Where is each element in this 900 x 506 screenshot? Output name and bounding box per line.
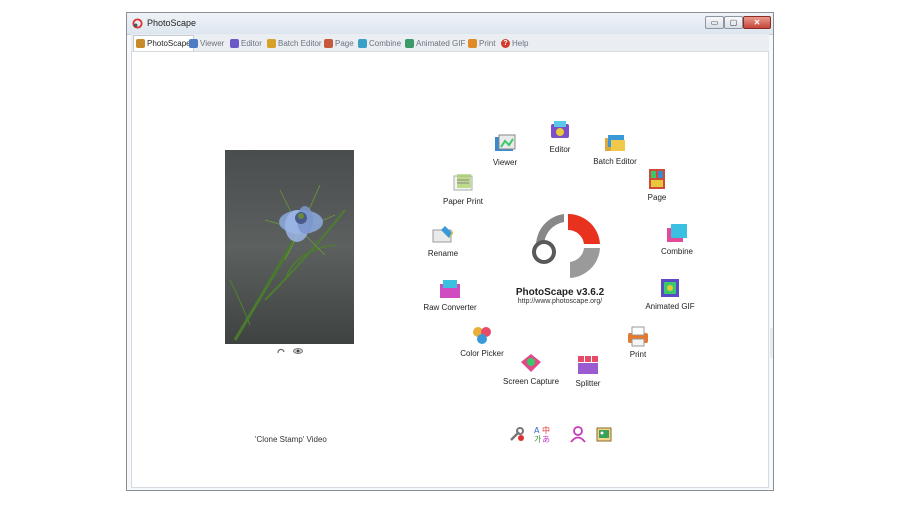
svg-text:中: 中 [542,425,550,435]
minimize-button[interactable]: ▭ [705,16,724,29]
splitter-icon [576,354,600,376]
tab-label: PhotoScape [147,39,191,48]
title-bar[interactable]: PhotoScape ▭ ▢ ✕ [127,13,773,35]
rename-icon [431,224,455,246]
ring-item-label: Combine [660,247,693,256]
ring-item-raw-converter[interactable]: Raw Converter [410,278,490,312]
ring-item-label: Page [647,193,667,202]
ring-item-paper-print[interactable]: Paper Print [423,172,503,206]
svg-text:あ: あ [542,435,550,443]
print-tab-icon [468,38,477,48]
ring-item-rename[interactable]: Rename [403,224,483,258]
raw-converter-icon [438,278,462,300]
ring-item-animated-gif[interactable]: Animated GIF [630,277,710,311]
tab-label: Editor [241,38,262,48]
photoscape-app-icon [132,18,143,29]
editor-tab-icon [230,38,239,48]
color-picker-icon [470,324,494,346]
app-brand: PhotoScape v3.6.2 [515,287,605,298]
rotate-icon[interactable] [276,347,286,355]
language-icon[interactable]: A 中 가 あ [533,425,551,443]
tab-label: Animated GIF [416,38,466,48]
tab-label: Viewer [200,38,225,48]
ring-item-label: Color Picker [460,349,504,358]
combine-tab-icon [358,38,367,48]
page-tab-icon [324,38,333,48]
tab-label: Help [512,38,529,48]
photo-frame-icon[interactable] [595,425,613,443]
viewer-icon [493,133,517,155]
user-icon[interactable] [569,425,587,443]
animated-gif-icon [658,277,682,299]
flower-photo[interactable] [225,150,354,344]
tab-combine[interactable]: Combine [356,36,403,50]
ring-item-combine[interactable]: Combine [637,222,717,256]
screen-capture-icon [519,352,543,374]
tab-animated-gif[interactable]: Animated GIF [403,36,467,50]
photoscape-logo-icon [532,213,600,278]
website-link[interactable]: http://www.photoscape.org/ [490,298,630,305]
clone-stamp-video-link[interactable]: 'Clone Stamp' Video [255,435,327,444]
tab-print[interactable]: Print [466,36,497,50]
photoscape-tab-icon [136,39,145,48]
maximize-button[interactable]: ▢ [724,16,743,29]
ring-item-label: Animated GIF [645,302,695,311]
tab-bar: PhotoScape Viewer Editor Batch Editor Pa… [131,34,769,52]
ring-item-label: Viewer [492,158,518,167]
tab-page[interactable]: Page [322,36,356,50]
page-icon [645,168,669,190]
paper-print-icon [451,172,475,194]
printer-icon [626,325,650,347]
viewer-tab-icon [189,38,198,48]
ring-item-label: Screen Capture [502,377,560,386]
tab-photoscape[interactable]: PhotoScape [133,35,194,51]
ring-item-color-picker[interactable]: Color Picker [442,324,522,358]
ring-item-page[interactable]: Page [617,168,697,202]
tab-batch-editor[interactable]: Batch Editor [265,36,324,50]
help-icon: ? [501,38,510,48]
animated-gif-tab-icon [405,38,414,48]
combine-icon [665,222,689,244]
ring-item-label: Rename [427,249,459,258]
tab-help[interactable]: ? Help [499,36,530,50]
window-title: PhotoScape [147,18,197,28]
editor-icon [548,120,572,142]
tab-label: Combine [369,38,402,48]
ring-item-viewer[interactable]: Viewer [465,133,545,167]
close-button[interactable]: ✕ [743,16,771,29]
tab-viewer[interactable]: Viewer [187,36,226,50]
eye-icon[interactable] [293,347,303,355]
ring-item-label: Raw Converter [423,303,477,312]
tab-label: Batch Editor [278,38,322,48]
side-divider [770,328,773,358]
svg-text:가: 가 [534,435,542,443]
svg-text:A: A [534,426,540,435]
batch-editor-icon [603,132,627,154]
tab-label: Page [335,38,354,48]
ring-item-batch-editor[interactable]: Batch Editor [575,132,655,166]
ring-item-label: Batch Editor [593,157,637,166]
batch-editor-tab-icon [267,38,276,48]
tab-editor[interactable]: Editor [228,36,264,50]
tools-icon[interactable] [508,425,526,443]
ring-item-label: Paper Print [442,197,484,206]
tab-label: Print [479,38,496,48]
